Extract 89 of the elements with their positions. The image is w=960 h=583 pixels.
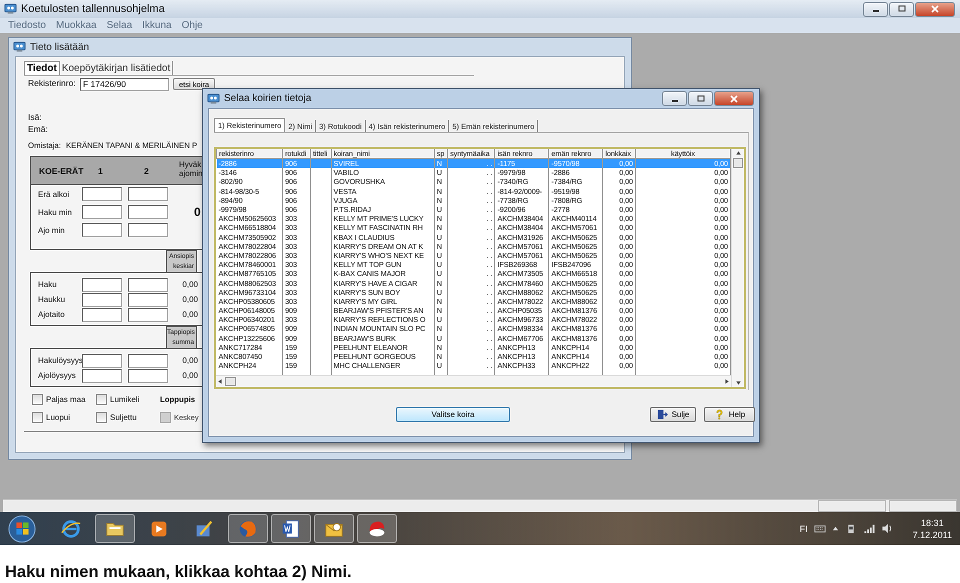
checkbox[interactable]: Suljettu <box>96 412 160 423</box>
taskbar-button[interactable] <box>95 514 135 543</box>
column-header: 1 <box>98 166 103 176</box>
checkbox[interactable]: Lumikeli <box>96 394 160 405</box>
input-field[interactable]: F 17426/90 <box>80 78 169 91</box>
select-button[interactable]: Valitse koira <box>396 407 510 422</box>
scrollbar[interactable] <box>216 375 731 387</box>
language-indicator[interactable]: FI <box>800 524 808 534</box>
score-value: 0,00 <box>181 295 198 304</box>
column-header: 2 <box>144 166 149 176</box>
maximize-button[interactable] <box>688 91 713 106</box>
signal-icon[interactable] <box>862 523 875 534</box>
start-button[interactable] <box>8 514 36 542</box>
field-label: Rekisterinro: <box>28 78 77 88</box>
close-button[interactable] <box>714 91 754 106</box>
menu-item[interactable]: Ohje <box>182 20 203 31</box>
field-label: Isä: <box>28 112 42 122</box>
input-field[interactable] <box>82 205 122 219</box>
menu-item[interactable]: Muokkaa <box>56 20 97 31</box>
row-label: Hakulöysyys <box>37 356 82 365</box>
help-button[interactable]: Help <box>704 407 755 422</box>
column-header: KOE-ERÄT <box>39 166 84 176</box>
row-label: Ajo min <box>37 226 66 234</box>
window-title: Koetulosten tallennusohjelma <box>21 3 165 15</box>
input-field[interactable] <box>82 368 122 382</box>
input-field[interactable] <box>128 292 168 306</box>
input-field[interactable] <box>82 223 122 237</box>
score-value: 0,00 <box>181 371 198 380</box>
score-value: 0,00 <box>181 280 198 289</box>
app-icon <box>207 92 220 104</box>
input-field[interactable] <box>128 205 168 219</box>
input-field[interactable] <box>128 368 168 382</box>
input-field[interactable] <box>82 354 122 368</box>
row-label: Erä alkoi <box>37 190 70 198</box>
keyboard-icon[interactable] <box>814 523 826 534</box>
menu-item[interactable]: Tiedosto <box>8 20 46 31</box>
caption: Haku nimen mukaan, klikkaa kohtaa 2) Nimi. <box>4 562 353 581</box>
score-value: 0,00 <box>181 310 198 319</box>
scrollbar[interactable] <box>731 149 744 387</box>
input-field[interactable] <box>82 308 122 322</box>
volume-icon[interactable] <box>880 523 893 534</box>
scroll-thumb[interactable] <box>225 377 236 386</box>
tab[interactable]: Tiedot <box>24 61 60 75</box>
clock-date[interactable]: 7.12.2011 <box>912 528 952 540</box>
row-label: Haku <box>37 280 58 289</box>
column-header: Hyväk ajomin <box>179 160 203 178</box>
maximize-icon <box>696 94 706 102</box>
app-icon <box>4 3 17 15</box>
close-button[interactable]: Sulje <box>650 407 696 422</box>
clock-time[interactable]: 18:31 <box>921 516 944 528</box>
input-field[interactable] <box>128 278 168 292</box>
maximize-icon <box>896 5 906 13</box>
input-field[interactable] <box>128 308 168 322</box>
menu-item[interactable]: Selaa <box>106 20 132 31</box>
close-button[interactable] <box>915 2 955 16</box>
checkbox[interactable]: Luopui <box>32 412 96 423</box>
menu-item[interactable]: Ikkuna <box>142 20 172 31</box>
input-field[interactable] <box>82 278 122 292</box>
checkbox[interactable]: Paljas maa <box>32 394 96 405</box>
close-icon <box>930 5 940 13</box>
app-icon <box>13 41 26 53</box>
row-label: Haukku <box>37 295 66 304</box>
input-field[interactable] <box>82 187 122 201</box>
row-label: Ajolöysyys <box>37 371 77 380</box>
maximize-button[interactable] <box>889 2 914 16</box>
row-label: Haku min <box>37 208 73 216</box>
minimize-button[interactable] <box>863 2 888 16</box>
tab[interactable]: Koepöytäkirjan lisätiedot <box>60 61 174 75</box>
minimize-button[interactable] <box>662 91 687 106</box>
input-field[interactable] <box>82 292 122 306</box>
taskbar-button[interactable] <box>314 514 354 543</box>
window-title: Tieto lisätään <box>30 42 90 52</box>
question-mark-icon <box>714 409 725 420</box>
document-icon <box>280 518 302 540</box>
input-field[interactable] <box>128 354 168 368</box>
taskbar-button[interactable] <box>228 514 268 543</box>
input-field[interactable] <box>128 223 168 237</box>
scroll-thumb[interactable] <box>733 158 743 168</box>
window-title: Selaa koirien tietoja <box>224 93 312 104</box>
taskbar-button[interactable] <box>357 514 397 543</box>
row-label: Ajotaito <box>37 310 66 319</box>
taskbar-button[interactable] <box>271 514 311 543</box>
field-label: Emä: <box>28 124 48 134</box>
exit-door-icon <box>656 409 668 420</box>
total-value: 0 <box>194 205 201 219</box>
score-value: 0,00 <box>181 356 198 365</box>
close-icon <box>729 94 739 102</box>
input-field[interactable] <box>128 187 168 201</box>
show-hidden-icon[interactable] <box>832 525 839 532</box>
